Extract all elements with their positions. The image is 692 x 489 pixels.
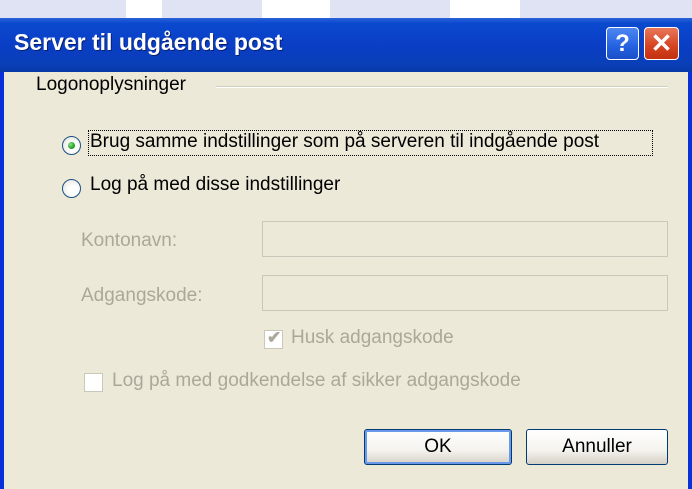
close-icon: ✕: [650, 28, 673, 58]
background-stripe: [162, 0, 262, 18]
account-name-label: Kontonavn:: [81, 230, 178, 251]
checkmark-icon: ✔: [267, 328, 282, 347]
password-label: Adgangskode:: [81, 285, 203, 306]
title-bar[interactable]: Server til udgående post ? ✕: [0, 18, 692, 72]
radio-custom-settings[interactable]: [62, 179, 81, 198]
question-mark-icon: ?: [615, 30, 630, 57]
close-button[interactable]: ✕: [644, 27, 679, 60]
spa-checkbox[interactable]: [84, 373, 103, 392]
window-title: Server til udgående post: [14, 29, 283, 55]
background-strip: [0, 0, 692, 18]
remember-password-label[interactable]: Husk adgangskode: [291, 327, 454, 349]
radio-same-settings-label[interactable]: Brug samme indstillinger som på serveren…: [90, 131, 599, 153]
password-input[interactable]: [262, 275, 668, 311]
help-button[interactable]: ?: [606, 27, 639, 60]
background-stripe: [0, 0, 126, 18]
ok-button[interactable]: OK: [364, 429, 512, 465]
group-label-logon: Logonoplysninger: [36, 74, 187, 95]
window-frame-left: [0, 72, 4, 489]
radio-same-settings[interactable]: [62, 136, 81, 155]
account-name-input[interactable]: [262, 221, 668, 257]
background-stripe: [330, 0, 450, 18]
radio-selected-dot: [68, 142, 75, 149]
remember-password-checkbox[interactable]: ✔: [264, 328, 283, 349]
cancel-button[interactable]: Annuller: [526, 429, 668, 465]
background-stripe: [520, 0, 692, 18]
radio-custom-settings-label[interactable]: Log på med disse indstillinger: [90, 174, 340, 196]
group-divider: [216, 86, 668, 88]
spa-label[interactable]: Log på med godkendelse af sikker adgangs…: [112, 370, 521, 392]
window-frame-right: [688, 72, 692, 489]
